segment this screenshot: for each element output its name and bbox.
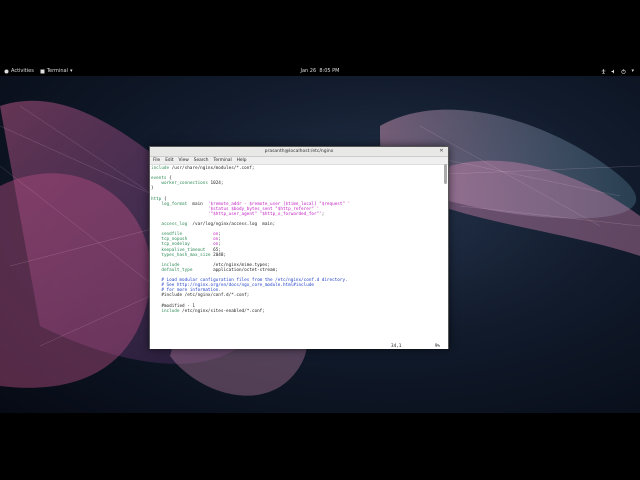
accessibility-icon: [601, 68, 606, 74]
code-token: 2048;: [210, 252, 227, 258]
code-token: /etc/nginx/sites-enabled/*.conf;: [179, 308, 265, 314]
clock-button[interactable]: Jan 26 8:05 PM: [0, 66, 640, 76]
code-token: }: [151, 186, 154, 192]
terminal-titlebar[interactable]: prasanth@localhost:/etc/nginx ✕: [150, 147, 448, 157]
editor-statusline: 34,1 9%: [150, 344, 448, 349]
volume-icon: [611, 69, 615, 73]
code-token: application/octet-stream;: [192, 267, 278, 273]
terminal-menubar: File Edit View Search Terminal Help: [150, 157, 448, 165]
code-token: 1024;: [207, 181, 224, 187]
code-token: include: [161, 308, 180, 314]
code-token: /usr/share/nginx/modules/*.conf;: [169, 166, 255, 171]
menu-help[interactable]: Help: [237, 157, 247, 164]
chevron-down-icon: ▾: [631, 68, 634, 74]
top-bar: Activities Terminal ▾ Jan 26 8:05 PM ▾: [0, 66, 640, 76]
power-icon: [621, 68, 627, 74]
scroll-percent: 9%: [434, 344, 440, 349]
menu-search[interactable]: Search: [194, 157, 209, 164]
clock-time: 8:05 PM: [319, 68, 340, 74]
code-token: types_hash_max_size: [161, 252, 211, 258]
editor-line: include /etc/nginx/sites-enabled/*.conf;: [151, 309, 448, 314]
code-token: /var/log/nginx/access.log main;: [187, 222, 276, 228]
code-token: include: [151, 166, 170, 171]
code-token: worker_connections: [161, 181, 208, 187]
code-token: ;: [321, 211, 325, 217]
menu-view[interactable]: View: [179, 157, 189, 164]
menu-terminal[interactable]: Terminal: [214, 157, 232, 164]
menu-file[interactable]: File: [153, 157, 160, 164]
code-token: default_type: [161, 267, 193, 273]
system-menu[interactable]: ▾: [601, 66, 634, 76]
code-token: #include /etc/nginx/conf.d/*.conf;: [151, 293, 250, 299]
code-token: '"$http_user_agent" "$http_x_forwarded_f…: [207, 211, 322, 217]
cursor-position: 34,1: [391, 344, 402, 349]
menu-edit[interactable]: Edit: [165, 157, 173, 164]
close-button[interactable]: ✕: [438, 148, 445, 155]
clock-date: Jan 26: [300, 68, 317, 74]
scrollbar[interactable]: [444, 164, 447, 184]
terminal-content[interactable]: include /usr/share/nginx/modules/*.conf;…: [150, 165, 448, 349]
close-icon: ✕: [439, 148, 444, 154]
editor-lines: include /usr/share/nginx/modules/*.conf;…: [151, 166, 448, 314]
terminal-title: prasanth@localhost:/etc/nginx: [264, 149, 334, 154]
code-token: access_log: [161, 222, 188, 228]
terminal-window[interactable]: prasanth@localhost:/etc/nginx ✕ File Edi…: [149, 146, 449, 349]
